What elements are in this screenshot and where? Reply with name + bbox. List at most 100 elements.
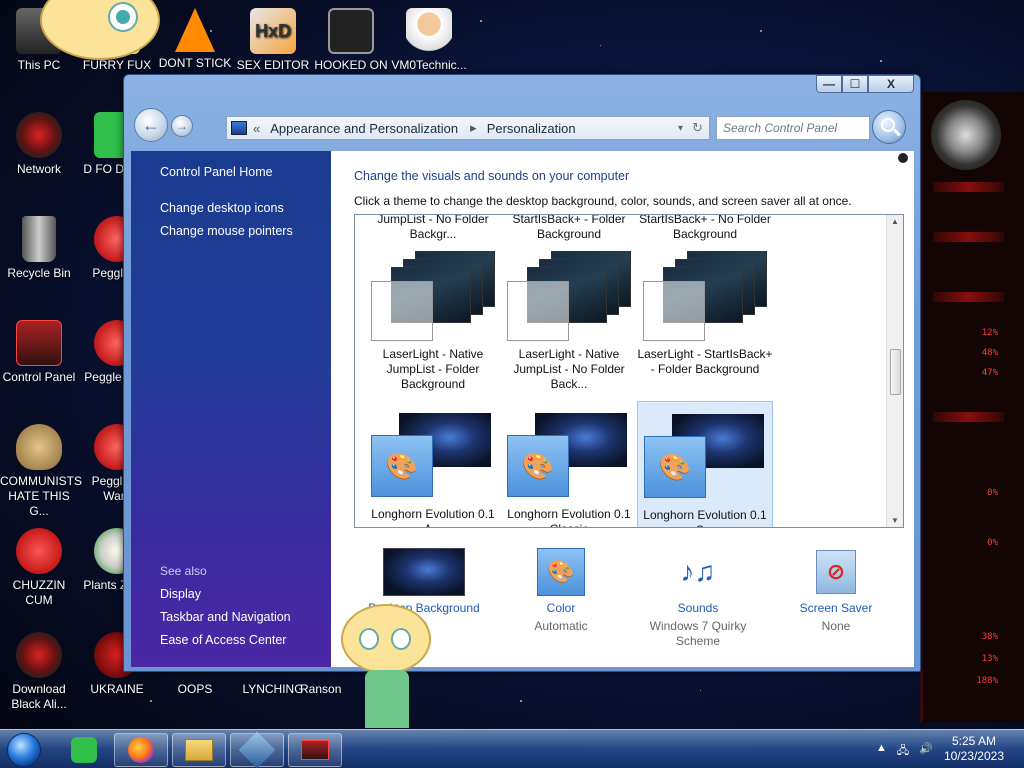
scroll-up-icon[interactable]: ▲ — [887, 217, 903, 226]
search-icon[interactable] — [872, 110, 906, 144]
search-input[interactable]: Search Control Panel — [716, 116, 870, 140]
theme-item[interactable]: JumpList - No Folder Backgr... — [365, 215, 501, 242]
widget-value: 38% — [981, 632, 998, 642]
breadcrumb-appearance[interactable]: Appearance and Personalization — [270, 121, 458, 136]
taskbar-firefox[interactable] — [114, 733, 168, 767]
theme-list-scrollbar[interactable]: ▲ ▼ — [886, 215, 903, 527]
theme-label: LaserLight - Native JumpList - No Folder… — [513, 347, 625, 391]
scroll-down-icon[interactable]: ▼ — [887, 516, 903, 525]
user-avatar-icon — [898, 153, 908, 163]
setting-value: None — [821, 619, 851, 633]
money-bag-icon — [16, 424, 62, 470]
desktop-icon-control-panel[interactable]: Control Panel — [0, 320, 78, 385]
theme-item[interactable]: StartIsBack+ - No Folder Background — [637, 215, 773, 242]
theme-item[interactable]: 🎨 Longhorn Evolution 0.1 Classic — [501, 405, 637, 527]
theme-label: Longhorn Evolution 0.1 S... — [643, 508, 767, 527]
forward-button[interactable]: → — [171, 115, 193, 137]
recycle-bin-icon — [22, 216, 56, 262]
theme-thumbnail — [365, 249, 501, 341]
theme-item[interactable]: LaserLight - StartIsBack+ - Folder Backg… — [637, 249, 773, 377]
breadcrumb-prefix[interactable]: « — [253, 121, 260, 136]
theme-item[interactable]: LaserLight - Native JumpList - Folder Ba… — [365, 249, 501, 392]
alien-logo-icon — [931, 100, 1001, 170]
address-bar[interactable]: « Appearance and Personalization ▸ Perso… — [226, 116, 710, 140]
desktop-icon-hooked-on[interactable]: HOOKED ON — [312, 8, 390, 73]
sidebar-link-mouse-pointers[interactable]: Change mouse pointers — [160, 224, 293, 238]
notes-app-icon — [71, 737, 97, 763]
sidebar-link-desktop-icons[interactable]: Change desktop icons — [160, 201, 284, 215]
virtualbox-icon — [238, 731, 276, 768]
doctor-icon — [406, 8, 452, 54]
taskbar: ▲ 🖧 🔊 5:25 AM 10/23/2023 — [0, 729, 1024, 768]
show-hidden-icons[interactable]: ▲ — [876, 742, 887, 761]
widget-value: 48% — [981, 348, 998, 358]
clock-time: 5:25 AM — [951, 734, 996, 748]
network-tray-icon[interactable]: 🖧 — [897, 742, 909, 761]
setting-name: Color — [546, 601, 576, 615]
volume-icon[interactable]: 🔊 — [919, 742, 933, 761]
caption-buttons: — ☐ X — [816, 75, 914, 93]
widget-value: 188% — [976, 676, 998, 686]
back-button[interactable]: ← — [134, 108, 168, 142]
sidebar-link-control-panel-home[interactable]: Control Panel Home — [160, 165, 273, 179]
sidebar-link-ease-of-access[interactable]: Ease of Access Center — [160, 633, 286, 647]
setting-value: Windows 7 Quirky Scheme — [649, 619, 747, 648]
theme-item[interactable]: StartIsBack+ - Folder Background — [501, 215, 637, 242]
taskbar-control-panel[interactable] — [288, 733, 342, 767]
start-button[interactable] — [7, 733, 41, 767]
see-also-heading: See also — [160, 564, 207, 578]
theme-thumbnail: 🎨 — [638, 406, 772, 498]
desktop-icon-vm0technic[interactable]: VM0Technic... — [390, 8, 468, 73]
close-button[interactable]: X — [868, 75, 914, 93]
theme-label: LaserLight - Native JumpList - Folder Ba… — [382, 347, 484, 391]
sidebar-link-display[interactable]: Display — [160, 587, 201, 601]
chuzzle-icon — [16, 528, 62, 574]
desktop-icon-download-black-ali[interactable]: Download Black Ali... — [0, 632, 78, 712]
main-content: Change the visuals and sounds on your co… — [331, 151, 914, 667]
system-tray: ▲ 🖧 🔊 — [876, 742, 933, 761]
color-setting[interactable]: 🎨 Color Automatic — [491, 547, 631, 634]
theme-item[interactable]: LaserLight - Native JumpList - No Folder… — [501, 249, 637, 392]
minimize-button[interactable]: — — [816, 75, 842, 93]
theme-item-selected[interactable]: 🎨 Longhorn Evolution 0.1 S... — [637, 401, 773, 527]
personalization-window: — ☐ X ← → « Appearance and Personalizati… — [123, 74, 921, 672]
alien-icon — [16, 632, 62, 678]
desktop-icon-recycle-bin[interactable]: Recycle Bin — [0, 216, 78, 281]
setting-name: Sounds — [677, 601, 719, 615]
firefox-icon — [128, 737, 154, 763]
maximize-button[interactable]: ☐ — [842, 75, 868, 93]
breadcrumb-personalization[interactable]: Personalization — [487, 121, 576, 136]
setting-name: Screen Saver — [799, 601, 873, 615]
clock[interactable]: 5:25 AM 10/23/2023 — [944, 734, 1004, 764]
network-icon — [16, 112, 62, 158]
desktop-icon-sex-editor[interactable]: HxD SEX EDITOR — [234, 8, 312, 73]
page-title: Change the visuals and sounds on your co… — [354, 169, 630, 183]
cartoon-character-decoration — [335, 598, 445, 728]
chevron-right-icon[interactable]: ▸ — [470, 120, 477, 136]
screen-saver-setting[interactable]: ⊘ Screen Saver None — [766, 547, 906, 634]
theme-label: LaserLight - StartIsBack+ - Folder Backg… — [637, 347, 773, 376]
clock-date: 10/23/2023 — [943, 749, 1004, 763]
system-monitor-widget: 12% 48% 47% 0% 0% 38% 13% 188% — [920, 92, 1024, 722]
theme-item[interactable]: 🎨 Longhorn Evolution 0.1 A... — [365, 405, 501, 527]
taskbar-virtualbox[interactable] — [230, 731, 284, 768]
sounds-icon: ♪♫ — [680, 556, 716, 587]
scrollbar-thumb[interactable] — [890, 349, 901, 395]
app-icon — [328, 8, 374, 54]
sidebar-link-taskbar[interactable]: Taskbar and Navigation — [160, 610, 291, 624]
desktop-icon-network[interactable]: Network — [0, 112, 78, 177]
refresh-icon[interactable]: ↻ — [692, 120, 703, 136]
desktop-icon-communists[interactable]: COMMUNISTS HATE THIS G... — [0, 424, 82, 519]
taskbar-notes-app[interactable] — [57, 733, 111, 767]
control-panel-icon — [301, 740, 329, 760]
hxd-icon: HxD — [250, 8, 296, 54]
navigation-bar: ← → « Appearance and Personalization ▸ P… — [132, 107, 912, 147]
color-palette-icon: 🎨 — [644, 436, 706, 498]
desktop-icon-chuzzin[interactable]: CHUZZIN CUM — [0, 528, 78, 608]
chevron-down-icon[interactable]: ▾ — [678, 123, 683, 134]
sounds-setting[interactable]: ♪♫ Sounds Windows 7 Quirky Scheme — [628, 547, 768, 649]
widget-value: 0% — [987, 488, 998, 498]
taskbar-file-explorer[interactable] — [172, 733, 226, 767]
widget-value: 47% — [981, 368, 998, 378]
file-explorer-icon — [185, 739, 213, 761]
